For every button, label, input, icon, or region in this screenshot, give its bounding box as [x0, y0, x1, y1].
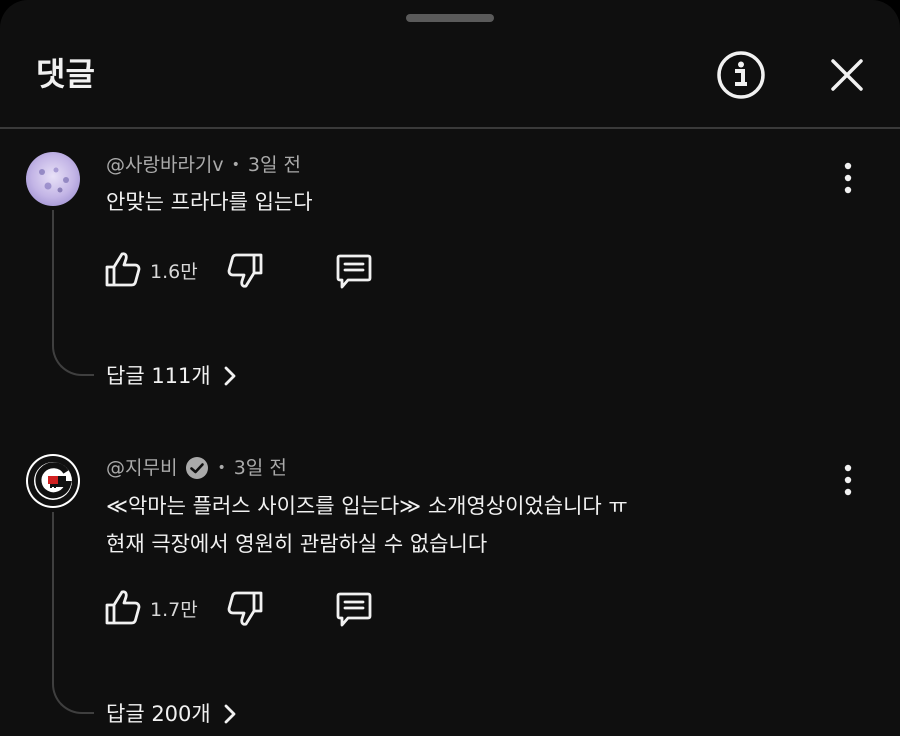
- thumbs-up-icon: [105, 590, 141, 625]
- more-options-button[interactable]: [830, 158, 866, 198]
- like-count: 1.7만: [150, 599, 198, 621]
- view-replies-link[interactable]: 답글 200개: [106, 700, 239, 728]
- thumbs-up-icon: [105, 252, 141, 287]
- view-replies-link[interactable]: 답글 111개: [106, 362, 239, 390]
- header-divider: [0, 127, 900, 129]
- verified-check-icon: [186, 457, 209, 479]
- thread-line: [52, 512, 94, 714]
- comment-meta: @지무비 • 3일 전: [106, 455, 287, 481]
- thumbs-down-icon: [227, 591, 263, 626]
- comment-icon: [336, 592, 372, 627]
- page-title: 댓글: [36, 55, 95, 93]
- reply-button[interactable]: [334, 250, 374, 290]
- like-button[interactable]: [104, 250, 142, 290]
- avatar[interactable]: [26, 454, 80, 508]
- more-vert-icon: [844, 162, 852, 194]
- meta-separator: •: [231, 157, 240, 173]
- comment-text-line: ≪악마는 플러스 사이즈를 입는다≫ 소개영상이었습니다 ㅠ: [106, 494, 628, 518]
- comments-sheet: 댓글 @사랑바라기v • 3일 전 안맞는 프라다를 입는다 1.6만 답글 1…: [0, 0, 900, 736]
- like-button[interactable]: [104, 588, 142, 628]
- chevron-right-icon: [224, 366, 236, 386]
- meta-separator: •: [217, 460, 226, 476]
- comment-text: ≪악마는 플러스 사이즈를 입는다≫ 소개영상이었습니다 ㅠ 현재 극장에서 영…: [106, 487, 628, 563]
- dislike-button[interactable]: [226, 588, 264, 628]
- avatar[interactable]: [26, 152, 80, 206]
- like-count: 1.6만: [150, 261, 198, 283]
- comment-text-line: 현재 극장에서 영원히 관람하실 수 없습니다: [106, 532, 488, 556]
- comment-text-line: 안맞는 프라다를 입는다: [106, 190, 313, 214]
- comment-time: 3일 전: [233, 457, 287, 479]
- comment-author[interactable]: @사랑바라기v: [106, 152, 224, 178]
- reply-button[interactable]: [334, 588, 374, 628]
- info-circle-icon: [717, 51, 765, 99]
- close-button[interactable]: [822, 50, 872, 100]
- replies-label: 답글 111개: [106, 364, 211, 388]
- comment-meta: @사랑바라기v • 3일 전: [106, 152, 301, 178]
- thumbs-down-icon: [227, 253, 263, 288]
- dislike-button[interactable]: [226, 250, 264, 290]
- comment-icon: [336, 254, 372, 289]
- close-icon: [831, 59, 863, 91]
- comment-text: 안맞는 프라다를 입는다: [106, 183, 313, 221]
- replies-label: 답글 200개: [106, 702, 211, 726]
- comment-time: 3일 전: [247, 154, 302, 176]
- comment-author[interactable]: @지무비: [106, 455, 177, 481]
- more-vert-icon: [844, 464, 852, 496]
- chevron-right-icon: [224, 704, 236, 724]
- more-options-button[interactable]: [830, 460, 866, 500]
- info-button[interactable]: [716, 50, 766, 100]
- drag-handle[interactable]: [406, 14, 494, 22]
- thread-line: [52, 210, 94, 376]
